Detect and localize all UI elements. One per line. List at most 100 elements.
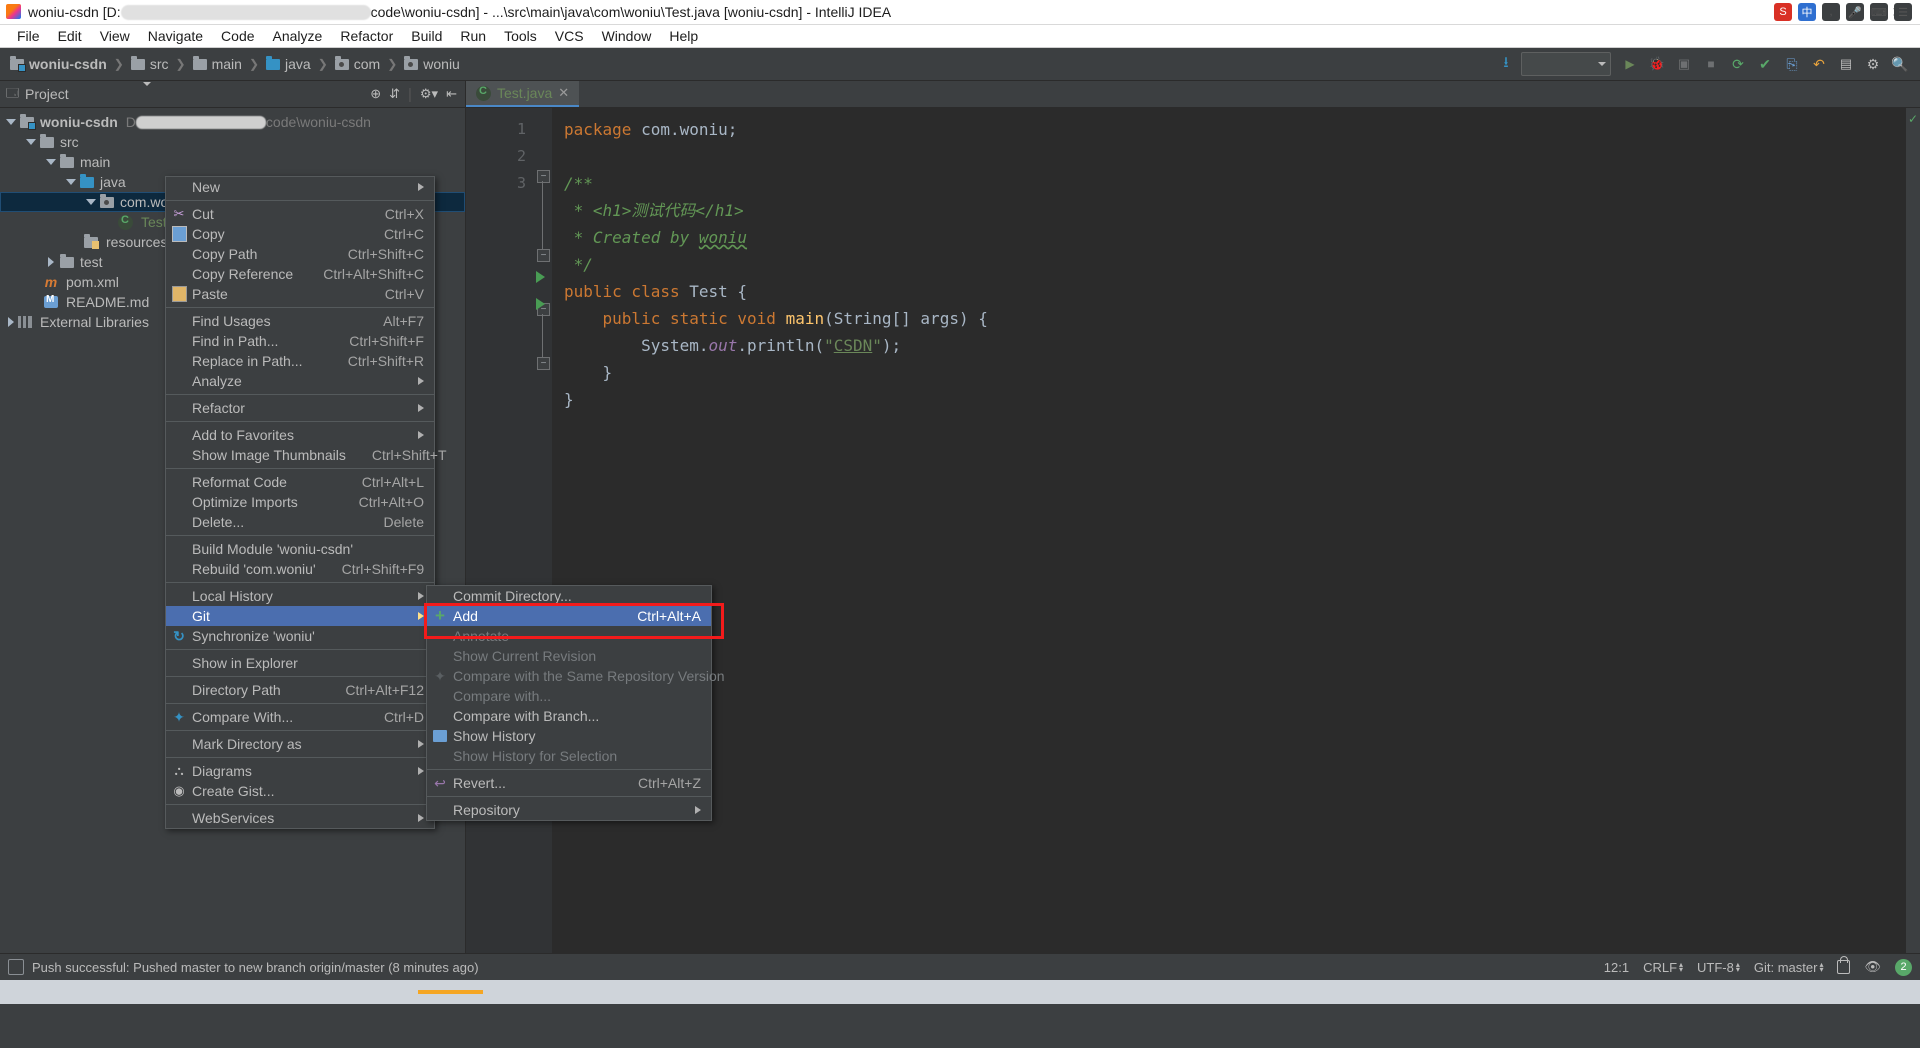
breadcrumb-com[interactable]: com <box>329 52 386 76</box>
chevron-right-icon[interactable] <box>4 315 18 329</box>
collapse-all-icon[interactable]: ⇵ <box>389 86 400 102</box>
chevron-down-icon[interactable] <box>84 195 98 209</box>
menu-file[interactable]: File <box>8 26 49 46</box>
menu-item-local-history[interactable]: Local History <box>166 586 434 606</box>
close-icon[interactable]: ✕ <box>558 85 569 101</box>
menu-item-show-history[interactable]: Show History <box>427 726 711 746</box>
fold-collapse-icon[interactable]: − <box>537 249 550 262</box>
menu-code[interactable]: Code <box>212 26 263 46</box>
target-icon[interactable]: ⊕ <box>370 86 381 102</box>
menu-refactor[interactable]: Refactor <box>331 26 402 46</box>
fold-collapse-icon[interactable]: − <box>537 357 550 370</box>
menu-item-copy[interactable]: Copy Ctrl+C <box>166 224 434 244</box>
search-icon[interactable]: 🔍 <box>1888 52 1912 76</box>
breadcrumb-src[interactable]: src <box>125 52 175 76</box>
menu-vcs[interactable]: VCS <box>546 26 593 46</box>
event-log-icon[interactable] <box>8 959 24 975</box>
tab-test-java[interactable]: Test.java ✕ <box>466 81 580 107</box>
keyboard-icon[interactable]: ⌨ <box>1870 3 1888 21</box>
menu-item-revert[interactable]: ↩ Revert... Ctrl+Alt+Z <box>427 773 711 793</box>
menu-item-copy-reference[interactable]: Copy Reference Ctrl+Alt+Shift+C <box>166 264 434 284</box>
caret-position[interactable]: 12:1 <box>1604 960 1629 975</box>
menu-edit[interactable]: Edit <box>49 26 91 46</box>
ime-chinese-icon[interactable]: 中 <box>1798 3 1816 21</box>
menu-item-webservices[interactable]: WebServices <box>166 808 434 828</box>
breadcrumb-java[interactable]: java <box>260 52 317 76</box>
menu-item-cut[interactable]: ✂ Cut Ctrl+X <box>166 204 434 224</box>
menu-item-paste[interactable]: Paste Ctrl+V <box>166 284 434 304</box>
menu-window[interactable]: Window <box>593 26 661 46</box>
code-folding-gutter[interactable]: − − − − <box>534 108 552 953</box>
inspection-icon[interactable]: 👁 <box>1864 959 1881 975</box>
error-stripe[interactable]: ✓ <box>1906 108 1920 953</box>
ime-settings-icon[interactable]: ☰ <box>1894 3 1912 21</box>
menu-item-mark-directory-as[interactable]: Mark Directory as <box>166 734 434 754</box>
menu-tools[interactable]: Tools <box>495 26 546 46</box>
run-button[interactable]: ▶ <box>1618 52 1642 76</box>
code-content[interactable]: package com.woniu; /** * <h1>测试代码</h1> *… <box>552 108 1920 953</box>
project-scope-chevron-icon[interactable] <box>142 81 151 103</box>
encoding-indicator[interactable]: UTF-8 ▴ ▾ <box>1697 960 1740 975</box>
tree-node-src[interactable]: src <box>0 132 465 152</box>
menu-view[interactable]: View <box>91 26 139 46</box>
fold-collapse-icon[interactable]: − <box>537 170 550 183</box>
menu-build[interactable]: Build <box>402 26 451 46</box>
tree-node-main[interactable]: main <box>0 152 465 172</box>
menu-item-new[interactable]: New <box>166 177 434 197</box>
debug-button[interactable]: 🐞 <box>1645 52 1669 76</box>
menu-item-build-module[interactable]: Build Module 'woniu-csdn' <box>166 539 434 559</box>
chevron-down-icon[interactable] <box>24 135 38 149</box>
menu-item-add[interactable]: + Add Ctrl+Alt+A <box>427 606 711 626</box>
menu-item-compare-with-branch[interactable]: Compare with Branch... <box>427 706 711 726</box>
git-branch-indicator[interactable]: Git: master ▴ ▾ <box>1754 960 1824 975</box>
search-everywhere-icon[interactable]: ▤ <box>1834 52 1858 76</box>
settings-icon[interactable]: ⚙ <box>1861 52 1885 76</box>
chevron-down-icon[interactable] <box>44 155 58 169</box>
run-configuration-selector[interactable] <box>1521 52 1611 76</box>
menu-run[interactable]: Run <box>451 26 495 46</box>
tree-node-woniu-csdn[interactable]: woniu-csdn Dcode\woniu-csdn <box>0 112 465 132</box>
menu-item-show-image-thumbnails[interactable]: Show Image Thumbnails Ctrl+Shift+T <box>166 445 447 465</box>
run-method-gutter-icon[interactable] <box>536 298 545 310</box>
menu-item-reformat-code[interactable]: Reformat Code Ctrl+Alt+L <box>166 472 434 492</box>
menu-item-git[interactable]: Git <box>166 606 434 626</box>
gear-icon[interactable]: ⚙▾ <box>420 86 438 102</box>
run-with-coverage-button[interactable]: ▣ <box>1672 52 1696 76</box>
notification-badge[interactable]: 2 <box>1895 958 1912 976</box>
menu-navigate[interactable]: Navigate <box>139 26 212 46</box>
menu-item-optimize-imports[interactable]: Optimize Imports Ctrl+Alt+O <box>166 492 434 512</box>
project-context-menu[interactable]: New ✂ Cut Ctrl+X Copy Ctrl+C Copy Path C… <box>165 176 447 829</box>
sogou-ime-icon[interactable]: S <box>1774 3 1792 21</box>
git-update-icon[interactable]: ⟳ <box>1726 52 1750 76</box>
microphone-icon[interactable]: 🎤 <box>1846 3 1864 21</box>
menu-analyze[interactable]: Analyze <box>264 26 332 46</box>
git-revert-icon[interactable]: ↶ <box>1807 52 1831 76</box>
git-commit-icon[interactable]: ✔ <box>1753 52 1777 76</box>
menu-item-rebuild[interactable]: Rebuild 'com.woniu' Ctrl+Shift+F9 <box>166 559 434 579</box>
git-submenu[interactable]: Commit Directory... + Add Ctrl+Alt+A Ann… <box>426 585 725 821</box>
chevron-down-icon[interactable] <box>4 115 18 129</box>
chevron-right-icon[interactable] <box>44 255 58 269</box>
menu-item-commit-directory[interactable]: Commit Directory... <box>427 586 711 606</box>
run-class-gutter-icon[interactable] <box>536 271 545 283</box>
breadcrumb-main[interactable]: main <box>187 52 248 76</box>
menu-item-show-in-explorer[interactable]: Show in Explorer <box>166 653 434 673</box>
line-separator-indicator[interactable]: CRLF ▴ ▾ <box>1643 960 1683 975</box>
menu-item-delete[interactable]: Delete... Delete <box>166 512 434 532</box>
menu-help[interactable]: Help <box>660 26 707 46</box>
git-push-icon[interactable]: ⎘ <box>1780 52 1804 76</box>
menu-item-add-to-favorites[interactable]: Add to Favorites <box>166 425 434 445</box>
menu-item-refactor[interactable]: Refactor <box>166 398 434 418</box>
hide-panel-icon[interactable]: ⇤ <box>446 86 457 102</box>
breadcrumb-woniu[interactable]: woniu <box>398 52 466 76</box>
breadcrumb-woniu-csdn[interactable]: woniu-csdn <box>4 52 113 76</box>
menu-item-analyze[interactable]: Analyze <box>166 371 434 391</box>
ime-comma-icon[interactable]: , <box>1822 3 1840 21</box>
update-project-icon[interactable]: ⭳ <box>1494 52 1518 76</box>
menu-item-diagrams[interactable]: ⛬ Diagrams <box>166 761 434 781</box>
menu-item-compare-with[interactable]: ✦ Compare With... Ctrl+D <box>166 707 434 727</box>
menu-item-find-in-path[interactable]: Find in Path... Ctrl+Shift+F <box>166 331 434 351</box>
menu-item-copy-path[interactable]: Copy Path Ctrl+Shift+C <box>166 244 434 264</box>
stop-button[interactable]: ■ <box>1699 52 1723 76</box>
menu-item-create-gist[interactable]: ◉ Create Gist... <box>166 781 434 801</box>
